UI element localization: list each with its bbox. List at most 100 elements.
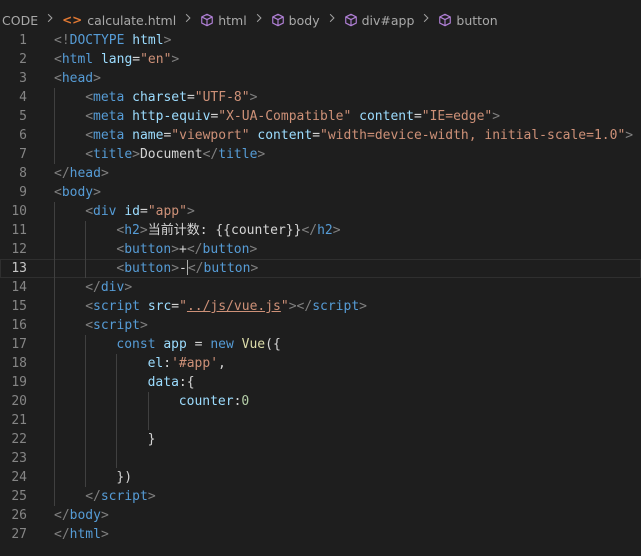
breadcrumb-label: CODE (2, 12, 39, 28)
code-token: " (280, 299, 289, 314)
code-token: Document (139, 147, 203, 162)
code-line[interactable]: 26 </body> (0, 506, 641, 525)
code-line[interactable]: 18 el:'#app', (0, 354, 641, 373)
code-line[interactable]: 9 <body> (0, 183, 641, 202)
code-token: + (179, 242, 187, 257)
code-token: const (116, 337, 156, 352)
code-line[interactable]: 21 (0, 411, 641, 430)
indent-guide (54, 278, 55, 297)
code-token: < (85, 299, 94, 314)
code-line[interactable]: 15 <script src="../js/vue.js"></script> (0, 297, 641, 316)
code-token: </ (54, 508, 70, 523)
code-text: <script> (85, 316, 148, 335)
code-token: "app" (147, 204, 187, 219)
indent-guide (85, 240, 87, 259)
line-number: 11 (11, 223, 27, 238)
code-text: <h2>当前计数: {{counter}}</h2> (116, 221, 340, 240)
code-editor[interactable]: CODE <> calculate.html html body div#app butto… (0, 0, 641, 556)
code-token: html (69, 527, 101, 542)
code-token: > (93, 71, 101, 86)
breadcrumb-item-button[interactable]: button (438, 13, 498, 28)
code-text: const app = new Vue({ (116, 335, 280, 354)
code-token: ({ (265, 337, 281, 352)
code-token: </ (202, 147, 219, 162)
line-number: 25 (11, 489, 27, 504)
line-number: 20 (11, 394, 27, 409)
code-line[interactable]: 2 <html lang="en"> (0, 50, 641, 69)
code-token: </ (187, 261, 204, 276)
code-area[interactable]: 1 <!DOCTYPE html> 2 <html lang="en"> 3 <head>… (0, 31, 641, 544)
indent-guide (116, 392, 118, 411)
code-token: }) (116, 470, 133, 485)
code-line[interactable]: 3 <head> (0, 69, 641, 88)
code-line[interactable]: 27 </html> (0, 525, 641, 544)
code-line[interactable]: 4 <meta charset="UTF-8"> (0, 88, 641, 107)
code-line[interactable]: 20 counter:0 (0, 392, 641, 411)
code-token: = (171, 299, 180, 314)
code-token: button (124, 261, 172, 276)
indent-guide (54, 411, 55, 430)
html-file-icon: <> (62, 13, 83, 27)
code-token: > (171, 52, 180, 67)
code-line[interactable]: 16 <script> (0, 316, 641, 335)
indent-guide (54, 240, 55, 259)
code-token: app (163, 337, 187, 352)
code-line[interactable]: 5 <meta http-equiv = "X-UA-Compatible" cont… (0, 107, 641, 126)
code-text: <meta name="viewport" content="width=dev… (85, 126, 633, 145)
indent-guide (54, 430, 55, 449)
code-text: <button>-</button> (116, 259, 258, 278)
code-token: = (186, 90, 195, 105)
code-line[interactable]: 10 <div id="app"> (0, 202, 641, 221)
code-token: http-equiv (132, 109, 211, 124)
code-line[interactable]: 13 <button>-</button> (0, 259, 641, 278)
breadcrumb-item-code[interactable]: CODE (2, 13, 38, 28)
line-number: 8 (19, 166, 27, 181)
breadcrumb-item-calculate-html[interactable]: <> calculate.html (62, 13, 176, 28)
code-line[interactable]: 17 const app = new Vue({ (0, 335, 641, 354)
code-token: ../js/vue.js (186, 299, 281, 314)
code-line[interactable]: 8 </head> (0, 164, 641, 183)
breadcrumb-item-body[interactable]: body (271, 13, 320, 28)
code-token: "en" (140, 52, 172, 67)
element-icon (344, 13, 358, 27)
code-line[interactable]: 14 </div> (0, 278, 641, 297)
code-line[interactable]: 25 </script> (0, 487, 641, 506)
code-line[interactable]: 22} (0, 430, 641, 449)
line-number: 26 (11, 508, 27, 523)
indent-guide (147, 411, 149, 430)
code-line[interactable]: 12 <button>+</button> (0, 240, 641, 259)
code-line[interactable]: 6 <meta name="viewport" content="width=de… (0, 126, 641, 145)
code-token: button (203, 261, 251, 276)
code-token: > (171, 261, 180, 276)
indent-guide (85, 335, 87, 354)
line-number: 23 (11, 451, 27, 466)
breadcrumb-item-div-app[interactable]: div#app (344, 13, 414, 28)
code-token: > (249, 242, 258, 257)
code-token: > (124, 280, 133, 295)
code-token: , (218, 356, 226, 371)
code-token: = (413, 109, 422, 124)
code-token: < (85, 109, 94, 124)
code-token: "width=device-width, initial-scale=1.0" (320, 128, 626, 143)
code-line[interactable]: 23 (0, 449, 641, 468)
code-token: head (69, 166, 101, 181)
code-token: name (132, 128, 164, 143)
code-line[interactable]: 24}) (0, 468, 641, 487)
code-text: } (148, 430, 156, 449)
breadcrumb-item-html[interactable]: html (200, 13, 247, 28)
code-line[interactable]: 1 <!DOCTYPE html> (0, 31, 641, 50)
code-token: > (93, 185, 101, 200)
line-number: 12 (11, 242, 27, 257)
code-line[interactable]: 7 <title>Document</title> (0, 145, 641, 164)
code-token: > (139, 318, 148, 333)
code-token: :{ (178, 375, 195, 390)
indent-guide (85, 373, 87, 392)
code-text: <!DOCTYPE html> (54, 31, 171, 50)
indent-guide (85, 411, 87, 430)
code-token: button (202, 242, 250, 257)
indent-guide (116, 411, 118, 430)
code-line[interactable]: 19 data:{ (0, 373, 641, 392)
code-line[interactable]: 11 <h2>当前计数: {{counter}}</h2> (0, 221, 641, 240)
